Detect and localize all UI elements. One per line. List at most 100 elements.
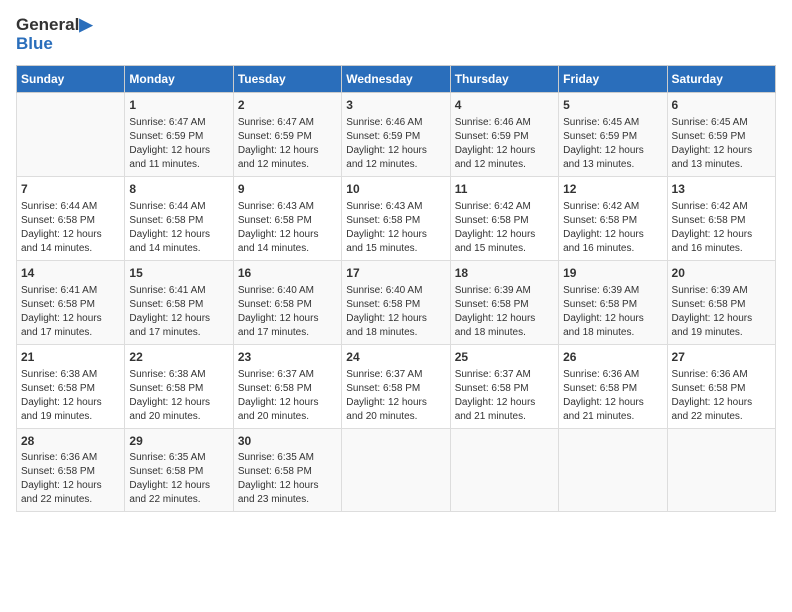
day-number: 17 [346, 265, 445, 282]
calendar-cell: 28Sunrise: 6:36 AM Sunset: 6:58 PM Dayli… [17, 428, 125, 512]
day-number: 9 [238, 181, 337, 198]
day-number: 12 [563, 181, 662, 198]
day-info: Sunrise: 6:40 AM Sunset: 6:58 PM Dayligh… [346, 284, 445, 340]
day-info: Sunrise: 6:43 AM Sunset: 6:58 PM Dayligh… [238, 200, 337, 256]
day-info: Sunrise: 6:43 AM Sunset: 6:58 PM Dayligh… [346, 200, 445, 256]
calendar-cell: 22Sunrise: 6:38 AM Sunset: 6:58 PM Dayli… [125, 344, 233, 428]
logo-blue: Blue [16, 35, 92, 54]
weekday-header-wednesday: Wednesday [342, 66, 450, 93]
day-info: Sunrise: 6:36 AM Sunset: 6:58 PM Dayligh… [21, 451, 120, 507]
calendar-cell: 20 Sunrise: 6:39 AM Sunset: 6:58 PM Dayli… [667, 260, 775, 344]
day-info: Sunrise: 6:47 AM Sunset: 6:59 PM Dayligh… [129, 116, 228, 172]
calendar-cell: 25Sunrise: 6:37 AM Sunset: 6:58 PM Dayli… [450, 344, 558, 428]
day-number: 13 [672, 181, 771, 198]
day-number: 6 [672, 97, 771, 114]
calendar-cell: 23Sunrise: 6:37 AM Sunset: 6:58 PM Dayli… [233, 344, 341, 428]
day-info: Sunrise: 6:36 AM Sunset: 6:58 PM Dayligh… [563, 368, 662, 424]
day-number: 14 [21, 265, 120, 282]
calendar-body: 1 Sunrise: 6:47 AM Sunset: 6:59 PM Daylig… [17, 93, 776, 512]
day-info: Sunrise: 6:35 AM Sunset: 6:58 PM Dayligh… [238, 451, 337, 507]
calendar-cell [667, 428, 775, 512]
day-number: 30 [238, 433, 337, 450]
weekday-header-tuesday: Tuesday [233, 66, 341, 93]
calendar-cell: 11 Sunrise: 6:42 AM Sunset: 6:58 PM Dayli… [450, 177, 558, 261]
calendar-cell: 7Sunrise: 6:44 AM Sunset: 6:58 PM Daylig… [17, 177, 125, 261]
day-number: 2 [238, 97, 337, 114]
calendar-week-row: 7 Sunrise: 6:44 AM Sunset: 6:58 PM Daylig… [17, 177, 776, 261]
day-info: Sunrise: 6:37 AM Sunset: 6:58 PM Dayligh… [455, 368, 554, 424]
calendar-cell: 27Sunrise: 6:36 AM Sunset: 6:58 PM Dayli… [667, 344, 775, 428]
day-info: Sunrise: 6:37 AM Sunset: 6:58 PM Dayligh… [346, 368, 445, 424]
logo-general: General▶ [16, 16, 92, 35]
calendar-cell: 15 Sunrise: 6:41 AM Sunset: 6:58 PM Dayli… [125, 260, 233, 344]
calendar-cell: 4Sunrise: 6:46 AM Sunset: 6:59 PM Daylig… [450, 93, 558, 177]
day-info: Sunrise: 6:37 AM Sunset: 6:58 PM Dayligh… [238, 368, 337, 424]
day-number: 22 [129, 349, 228, 366]
calendar-cell: 12 Sunrise: 6:42 AM Sunset: 6:58 PM Dayli… [559, 177, 667, 261]
day-number: 16 [238, 265, 337, 282]
calendar-table: SundayMondayTuesdayWednesdayThursdayFrid… [16, 65, 776, 512]
day-info: Sunrise: 6:44 AM Sunset: 6:58 PM Dayligh… [129, 200, 228, 256]
calendar-cell: 3 Sunrise: 6:46 AM Sunset: 6:59 PM Daylig… [342, 93, 450, 177]
calendar-cell: 6 Sunrise: 6:45 AM Sunset: 6:59 PM Daylig… [667, 93, 775, 177]
calendar-cell: 18 Sunrise: 6:39 AM Sunset: 6:58 PM Dayli… [450, 260, 558, 344]
day-number: 3 [346, 97, 445, 114]
day-number: 20 [672, 265, 771, 282]
logo-text-block: General▶ Blue [16, 16, 92, 53]
calendar-header: SundayMondayTuesdayWednesdayThursdayFrid… [17, 66, 776, 93]
day-number: 1 [129, 97, 228, 114]
day-info: Sunrise: 6:39 AM Sunset: 6:58 PM Dayligh… [672, 284, 771, 340]
day-number: 7 [21, 181, 120, 198]
day-number: 21 [21, 349, 120, 366]
day-info: Sunrise: 6:46 AM Sunset: 6:59 PM Dayligh… [346, 116, 445, 172]
calendar-cell [342, 428, 450, 512]
calendar-week-row: 21 Sunrise: 6:38 AM Sunset: 6:58 PM Dayli… [17, 344, 776, 428]
page-header: General▶ Blue [16, 16, 776, 53]
day-info: Sunrise: 6:42 AM Sunset: 6:58 PM Dayligh… [672, 200, 771, 256]
weekday-header-friday: Friday [559, 66, 667, 93]
calendar-cell: 26 Sunrise: 6:36 AM Sunset: 6:58 PM Dayli… [559, 344, 667, 428]
calendar-cell: 2 Sunrise: 6:47 AM Sunset: 6:59 PM Daylig… [233, 93, 341, 177]
day-number: 26 [563, 349, 662, 366]
day-number: 11 [455, 181, 554, 198]
day-number: 27 [672, 349, 771, 366]
day-info: Sunrise: 6:41 AM Sunset: 6:58 PM Dayligh… [21, 284, 120, 340]
calendar-cell [17, 93, 125, 177]
calendar-cell: 13 Sunrise: 6:42 AM Sunset: 6:58 PM Dayli… [667, 177, 775, 261]
weekday-row: SundayMondayTuesdayWednesdayThursdayFrid… [17, 66, 776, 93]
day-number: 19 [563, 265, 662, 282]
calendar-cell: 21 Sunrise: 6:38 AM Sunset: 6:58 PM Dayli… [17, 344, 125, 428]
day-info: Sunrise: 6:42 AM Sunset: 6:58 PM Dayligh… [563, 200, 662, 256]
calendar-cell: 19Sunrise: 6:39 AM Sunset: 6:58 PM Dayli… [559, 260, 667, 344]
day-info: Sunrise: 6:46 AM Sunset: 6:59 PM Dayligh… [455, 116, 554, 172]
calendar-cell: 14 Sunrise: 6:41 AM Sunset: 6:58 PM Dayli… [17, 260, 125, 344]
day-info: Sunrise: 6:42 AM Sunset: 6:58 PM Dayligh… [455, 200, 554, 256]
day-info: Sunrise: 6:41 AM Sunset: 6:58 PM Dayligh… [129, 284, 228, 340]
calendar-week-row: 1 Sunrise: 6:47 AM Sunset: 6:59 PM Daylig… [17, 93, 776, 177]
day-info: Sunrise: 6:47 AM Sunset: 6:59 PM Dayligh… [238, 116, 337, 172]
weekday-header-monday: Monday [125, 66, 233, 93]
day-number: 15 [129, 265, 228, 282]
weekday-header-sunday: Sunday [17, 66, 125, 93]
calendar-cell [559, 428, 667, 512]
day-info: Sunrise: 6:35 AM Sunset: 6:58 PM Dayligh… [129, 451, 228, 507]
day-number: 29 [129, 433, 228, 450]
calendar-cell: 17 Sunrise: 6:40 AM Sunset: 6:58 PM Dayli… [342, 260, 450, 344]
calendar-cell: 10Sunrise: 6:43 AM Sunset: 6:58 PM Dayli… [342, 177, 450, 261]
day-number: 5 [563, 97, 662, 114]
day-info: Sunrise: 6:45 AM Sunset: 6:59 PM Dayligh… [672, 116, 771, 172]
calendar-cell [450, 428, 558, 512]
day-number: 8 [129, 181, 228, 198]
day-info: Sunrise: 6:39 AM Sunset: 6:58 PM Dayligh… [455, 284, 554, 340]
calendar-cell: 8 Sunrise: 6:44 AM Sunset: 6:58 PM Daylig… [125, 177, 233, 261]
day-info: Sunrise: 6:38 AM Sunset: 6:58 PM Dayligh… [21, 368, 120, 424]
calendar-cell: 16 Sunrise: 6:40 AM Sunset: 6:58 PM Dayli… [233, 260, 341, 344]
calendar-cell: 1 Sunrise: 6:47 AM Sunset: 6:59 PM Daylig… [125, 93, 233, 177]
calendar-cell: 29Sunrise: 6:35 AM Sunset: 6:58 PM Dayli… [125, 428, 233, 512]
calendar-cell: 24Sunrise: 6:37 AM Sunset: 6:58 PM Dayli… [342, 344, 450, 428]
day-number: 18 [455, 265, 554, 282]
calendar-week-row: 14 Sunrise: 6:41 AM Sunset: 6:58 PM Dayli… [17, 260, 776, 344]
calendar-cell: 9 Sunrise: 6:43 AM Sunset: 6:58 PM Daylig… [233, 177, 341, 261]
day-info: Sunrise: 6:40 AM Sunset: 6:58 PM Dayligh… [238, 284, 337, 340]
day-number: 28 [21, 433, 120, 450]
